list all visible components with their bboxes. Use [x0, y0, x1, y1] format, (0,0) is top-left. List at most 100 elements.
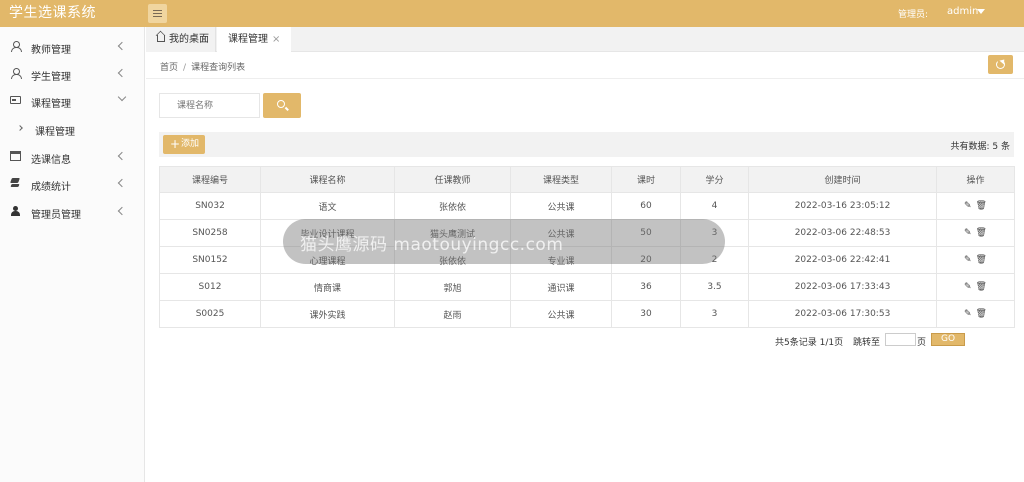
cell-course-name: 语文 [260, 192, 395, 220]
trash-icon[interactable]: 🗑 [976, 255, 987, 265]
cell-course-id: SN0152 [159, 246, 261, 274]
cell-course-type: 通识课 [510, 273, 612, 301]
trash-icon[interactable]: 🗑 [976, 228, 987, 238]
cell-credits: 4 [680, 192, 749, 220]
tab-label: 我的桌面 [169, 34, 209, 45]
sidebar: 教师管理 学生管理 课程管理 课程管理 选课信息 成绩统计 管理员管理 [0, 27, 145, 482]
column-header: 课程类型 [510, 166, 612, 193]
close-icon[interactable]: × [272, 27, 280, 52]
sidebar-item-label: 学生管理 [31, 72, 71, 83]
edit-icon[interactable]: ✎ [964, 201, 972, 211]
cell-course-name: 课外实践 [260, 300, 395, 328]
tab-home[interactable]: 我的桌面 [146, 27, 216, 52]
edit-icon[interactable]: ✎ [964, 228, 972, 238]
sidebar-item-label: 课程管理 [31, 99, 71, 110]
page-unit-label: 页 [917, 338, 927, 348]
page-number-input[interactable] [885, 333, 916, 346]
cell-course-id: SN032 [159, 192, 261, 220]
column-header: 课程名称 [260, 166, 395, 193]
trash-icon[interactable]: 🗑 [976, 201, 987, 211]
edit-icon[interactable]: ✎ [964, 255, 972, 265]
refresh-icon [996, 60, 1005, 69]
chevron-down-icon [117, 92, 127, 102]
breadcrumb-home[interactable]: 首页 [160, 63, 178, 73]
cell-course-type: 公共课 [510, 300, 612, 328]
hamburger-icon [153, 10, 162, 17]
app-title: 学生选课系统 [9, 5, 96, 21]
tab-bar: 我的桌面 课程管理 × [146, 27, 1024, 52]
trash-icon[interactable]: 🗑 [976, 309, 987, 319]
add-button[interactable]: + 添加 [163, 135, 205, 154]
add-button-label: 添加 [181, 139, 200, 149]
column-header: 课程编号 [159, 166, 261, 193]
breadcrumb: 首页 / 课程查询列表 [160, 60, 245, 73]
cell-created-time: 2022-03-06 22:48:53 [748, 219, 937, 247]
cell-credits: 3 [680, 300, 749, 328]
home-icon [157, 35, 165, 42]
cell-created-time: 2022-03-06 17:33:43 [748, 273, 937, 301]
sidebar-subitem-course-manage[interactable]: 课程管理 [0, 116, 145, 142]
cell-actions: ✎ 🗑 [936, 246, 1015, 274]
cell-course-name: 情商课 [260, 273, 395, 301]
cell-hours: 60 [611, 192, 681, 220]
tab-course-manage[interactable]: 课程管理 × [217, 27, 291, 52]
cell-actions: ✎ 🗑 [936, 219, 1015, 247]
table-row: S012 情商课 郭旭 通识课 36 3.5 2022-03-06 17:33:… [159, 273, 1015, 301]
admin-name-dropdown[interactable]: admin [947, 6, 978, 17]
sidebar-item-selection[interactable]: 选课信息 [0, 144, 145, 170]
sidebar-item-course[interactable]: 课程管理 [0, 88, 145, 114]
column-header: 任课教师 [394, 166, 511, 193]
sidebar-item-label: 成绩统计 [31, 182, 71, 193]
cell-created-time: 2022-03-06 22:42:41 [748, 246, 937, 274]
menu-toggle-button[interactable] [148, 4, 167, 23]
cell-teacher: 张依依 [394, 192, 511, 220]
course-name-search-input[interactable] [159, 93, 260, 118]
users-icon [10, 68, 22, 79]
cell-teacher: 郭旭 [394, 273, 511, 301]
plus-icon: + [170, 137, 181, 151]
admin-label: 管理员: [898, 10, 929, 20]
search-button[interactable] [263, 93, 301, 118]
divider [146, 78, 1024, 79]
sidebar-item-label: 选课信息 [31, 155, 71, 166]
cell-created-time: 2022-03-06 17:30:53 [748, 300, 937, 328]
layers-icon [10, 178, 21, 188]
breadcrumb-current: 课程查询列表 [191, 63, 246, 73]
go-button[interactable]: GO [931, 333, 965, 346]
sidebar-item-label: 管理员管理 [31, 210, 81, 221]
table-row: SN032 语文 张依依 公共课 60 4 2022-03-16 23:05:1… [159, 192, 1015, 220]
cell-actions: ✎ 🗑 [936, 192, 1015, 220]
top-header: 学生选课系统 管理员: admin [0, 0, 1024, 27]
cell-actions: ✎ 🗑 [936, 273, 1015, 301]
chevron-left-icon [117, 206, 127, 216]
cell-course-id: S012 [159, 273, 261, 301]
cell-course-id: S0025 [159, 300, 261, 328]
refresh-button[interactable] [988, 55, 1013, 74]
pagination-summary: 共5条记录 1/1页 [775, 338, 844, 348]
chevron-left-icon [117, 68, 127, 78]
edit-icon[interactable]: ✎ [964, 309, 972, 319]
chevron-left-icon [117, 151, 127, 161]
column-header: 课时 [611, 166, 681, 193]
sidebar-item-student[interactable]: 学生管理 [0, 61, 145, 87]
card-icon [10, 96, 21, 104]
table-row: S0025 课外实践 赵雨 公共课 30 3 2022-03-06 17:30:… [159, 300, 1015, 328]
table-toolbar: + 添加 共有数据: 5 条 [159, 132, 1014, 157]
search-icon [277, 100, 285, 108]
edit-icon[interactable]: ✎ [964, 282, 972, 292]
cell-credits: 3.5 [680, 273, 749, 301]
sidebar-item-teacher[interactable]: 教师管理 [0, 34, 145, 60]
sidebar-item-grades[interactable]: 成绩统计 [0, 171, 145, 197]
cell-teacher: 赵雨 [394, 300, 511, 328]
breadcrumb-separator: / [183, 63, 187, 73]
cell-course-id: SN0258 [159, 219, 261, 247]
trash-icon[interactable]: 🗑 [976, 282, 987, 292]
user-icon [11, 41, 22, 52]
column-header: 操作 [936, 166, 1015, 193]
caret-down-icon[interactable] [977, 9, 985, 14]
cell-course-type: 公共课 [510, 192, 612, 220]
chevron-right-icon [17, 125, 23, 131]
calendar-icon [10, 151, 21, 161]
sidebar-item-admin[interactable]: 管理员管理 [0, 199, 145, 225]
tab-label: 课程管理 [228, 34, 268, 45]
